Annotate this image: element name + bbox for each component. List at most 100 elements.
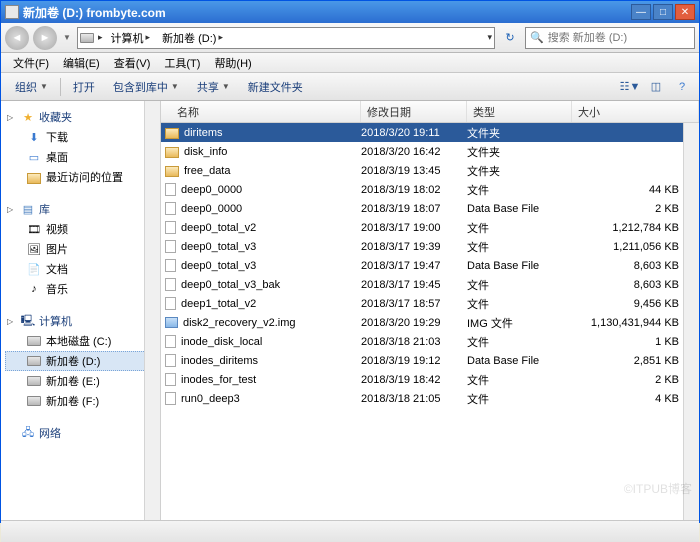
desktop-icon: ▭ <box>27 150 41 164</box>
file-row[interactable]: free_data2018/3/19 13:45文件夹 <box>161 161 699 180</box>
search-icon: 🔍 <box>530 31 544 44</box>
file-size: 8,603 KB <box>572 279 699 291</box>
file-row[interactable]: deep0_total_v32018/3/17 19:39文件1,211,056… <box>161 237 699 256</box>
sidebar-item-drive-c[interactable]: 本地磁盘 (C:) <box>5 331 156 351</box>
navigation-pane: ▷★收藏夹 ⬇下载 ▭桌面 最近访问的位置 ▷▤库 🎞视频 🖼图片 📄文档 ♪音… <box>1 101 161 520</box>
menu-edit[interactable]: 编辑(E) <box>57 53 106 73</box>
file-name: free_data <box>184 165 230 177</box>
file-row[interactable]: diritems2018/3/20 19:11文件夹 <box>161 123 699 142</box>
titlebar: 新加卷 (D:) frombyte.com — □ ✕ <box>1 1 699 23</box>
sidebar-network[interactable]: ▷🖧网络 <box>5 423 156 443</box>
file-date: 2018/3/18 21:03 <box>361 336 467 348</box>
file-size: 1,130,431,944 KB <box>572 317 699 329</box>
file-type: Data Base File <box>467 203 572 215</box>
search-input[interactable] <box>548 32 690 44</box>
menu-view[interactable]: 查看(V) <box>108 53 157 73</box>
newfolder-button[interactable]: 新建文件夹 <box>240 76 311 98</box>
file-date: 2018/3/20 19:11 <box>361 127 467 139</box>
drive-icon <box>80 33 94 43</box>
toolbar: 组织 ▼ 打开 包含到库中 ▼ 共享 ▼ 新建文件夹 ☷ ▼ ◫ ? <box>1 73 699 101</box>
sidebar-item-music[interactable]: ♪音乐 <box>5 279 156 299</box>
column-size[interactable]: 大小 <box>572 101 699 122</box>
file-list-pane: 名称 修改日期 类型 大小 diritems2018/3/20 19:11文件夹… <box>161 101 699 520</box>
breadcrumb-computer[interactable]: 计算机 ▸ <box>107 30 155 46</box>
sidebar-item-pictures[interactable]: 🖼图片 <box>5 239 156 259</box>
db-icon <box>165 354 176 367</box>
maximize-button[interactable]: □ <box>653 4 673 20</box>
sidebar-item-videos[interactable]: 🎞视频 <box>5 219 156 239</box>
sidebar-scrollbar[interactable] <box>144 101 160 520</box>
preview-pane-button[interactable]: ◫ <box>645 77 667 97</box>
breadcrumb-drive[interactable]: 新加卷 (D:) ▸ <box>158 30 227 46</box>
file-row[interactable]: deep0_00002018/3/19 18:02文件44 KB <box>161 180 699 199</box>
file-date: 2018/3/17 19:39 <box>361 241 467 253</box>
back-button[interactable]: ◄ <box>5 26 29 50</box>
file-row[interactable]: deep0_total_v22018/3/17 19:00文件1,212,784… <box>161 218 699 237</box>
folder-icon <box>165 147 179 158</box>
open-button[interactable]: 打开 <box>65 76 103 98</box>
column-name[interactable]: 名称 <box>161 101 361 122</box>
include-button[interactable]: 包含到库中 ▼ <box>105 76 187 98</box>
file-list[interactable]: diritems2018/3/20 19:11文件夹 disk_info 2018/… <box>161 123 699 520</box>
window-title: 新加卷 (D:) frombyte.com <box>23 4 631 21</box>
file-date: 2018/3/20 16:42 <box>361 146 467 158</box>
sidebar-favorites[interactable]: ▷★收藏夹 <box>5 107 156 127</box>
file-row[interactable]: deep0_total_v3_bak2018/3/17 19:45文件8,603… <box>161 275 699 294</box>
content-scrollbar[interactable] <box>683 123 699 520</box>
file-icon <box>165 240 176 253</box>
sidebar-computer[interactable]: ▷🖳计算机 <box>5 311 156 331</box>
menu-tool[interactable]: 工具(T) <box>158 53 206 73</box>
music-icon: ♪ <box>27 282 41 296</box>
file-date: 2018/3/19 18:42 <box>361 374 467 386</box>
search-box[interactable]: 🔍 <box>525 27 695 49</box>
column-headers: 名称 修改日期 类型 大小 <box>161 101 699 123</box>
picture-icon: 🖼 <box>27 242 41 256</box>
file-row[interactable]: run0_deep32018/3/18 21:05文件4 KB <box>161 389 699 408</box>
menu-bar: 文件(F) 编辑(E) 查看(V) 工具(T) 帮助(H) <box>1 53 699 73</box>
file-row[interactable]: deep0_00002018/3/19 18:07Data Base File2… <box>161 199 699 218</box>
file-row[interactable]: deep0_total_v32018/3/17 19:47Data Base F… <box>161 256 699 275</box>
sidebar-item-drive-d[interactable]: 新加卷 (D:) <box>5 351 156 371</box>
sidebar-item-documents[interactable]: 📄文档 <box>5 259 156 279</box>
history-dropdown[interactable]: ▼ <box>61 26 73 50</box>
sidebar-item-desktop[interactable]: ▭桌面 <box>5 147 156 167</box>
minimize-button[interactable]: — <box>631 4 651 20</box>
img-icon <box>165 317 178 328</box>
sidebar-item-downloads[interactable]: ⬇下载 <box>5 127 156 147</box>
file-row[interactable]: inodes_diritems2018/3/19 19:12Data Base … <box>161 351 699 370</box>
file-type: 文件 <box>467 391 572 407</box>
close-button[interactable]: ✕ <box>675 4 695 20</box>
share-button[interactable]: 共享 ▼ <box>189 76 238 98</box>
file-row[interactable]: disk_info2018/3/20 16:42文件夹 <box>161 142 699 161</box>
address-dropdown[interactable]: ▾ <box>487 32 492 43</box>
video-icon: 🎞 <box>27 222 41 236</box>
file-row[interactable]: inode_disk_local2018/3/18 21:03文件1 KB <box>161 332 699 351</box>
sidebar-libraries[interactable]: ▷▤库 <box>5 199 156 219</box>
menu-help[interactable]: 帮助(H) <box>208 53 257 73</box>
file-size: 9,456 KB <box>572 298 699 310</box>
column-date[interactable]: 修改日期 <box>361 101 467 122</box>
file-date: 2018/3/20 19:29 <box>361 317 467 329</box>
sidebar-item-drive-f[interactable]: 新加卷 (F:) <box>5 391 156 411</box>
file-row[interactable]: deep1_total_v22018/3/17 18:57文件9,456 KB <box>161 294 699 313</box>
file-name: disk_info <box>184 146 227 158</box>
file-date: 2018/3/19 13:45 <box>361 165 467 177</box>
view-options-button[interactable]: ☷ ▼ <box>619 77 641 97</box>
file-row[interactable]: inodes_for_test2018/3/19 18:42文件2 KB <box>161 370 699 389</box>
menu-file[interactable]: 文件(F) <box>7 53 55 73</box>
help-button[interactable]: ? <box>671 77 693 97</box>
file-row[interactable]: disk2_recovery_v2.img2018/3/20 19:29IMG … <box>161 313 699 332</box>
file-type: IMG 文件 <box>467 315 572 331</box>
sidebar-item-drive-e[interactable]: 新加卷 (E:) <box>5 371 156 391</box>
refresh-button[interactable]: ↻ <box>499 27 521 49</box>
file-icon <box>165 278 176 291</box>
column-type[interactable]: 类型 <box>467 101 572 122</box>
file-name: deep0_total_v3 <box>181 241 256 253</box>
organize-button[interactable]: 组织 ▼ <box>7 76 56 98</box>
sidebar-item-recent[interactable]: 最近访问的位置 <box>5 167 156 187</box>
forward-button[interactable]: ► <box>33 26 57 50</box>
folder-icon <box>27 173 41 184</box>
file-name: deep1_total_v2 <box>181 298 256 310</box>
address-bar[interactable]: ▸ 计算机 ▸ 新加卷 (D:) ▸ ▾ <box>77 27 495 49</box>
file-type: 文件 <box>467 334 572 350</box>
